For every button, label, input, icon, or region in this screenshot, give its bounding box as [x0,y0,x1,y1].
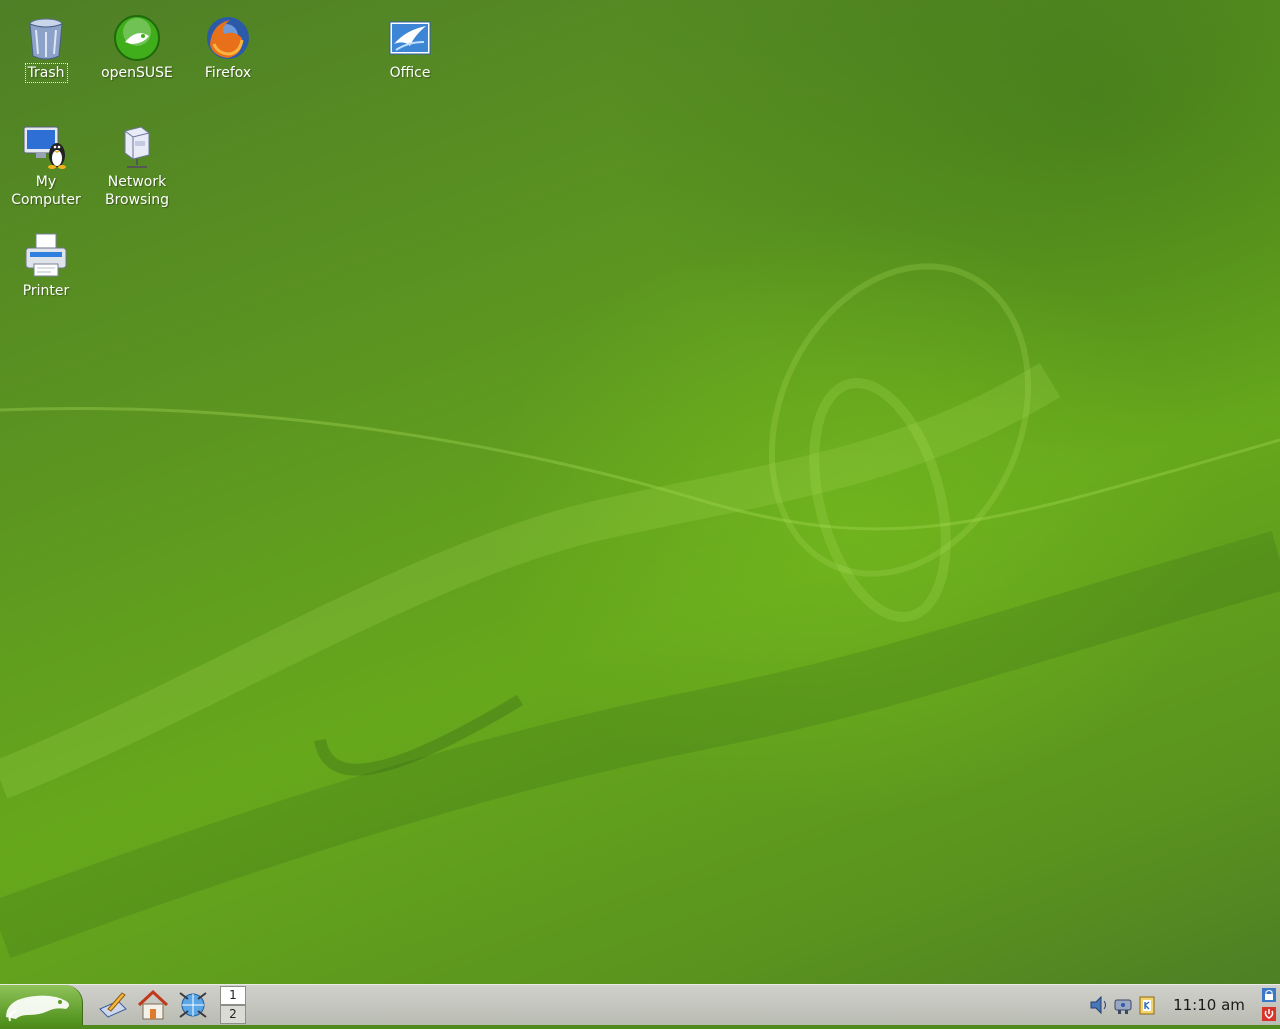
printer-icon [25,233,67,277]
tray-volume[interactable] [1088,994,1110,1016]
network-globe-icon [179,992,207,1018]
volume-icon [1090,995,1106,1015]
desktop-editor-icon [99,992,127,1018]
desktop-icon-label: Firefox [204,65,252,81]
desktop-icon-firefox[interactable]: Firefox [183,14,273,82]
desktop-icon-label: Network Browsing [104,174,169,208]
logout-button[interactable] [1261,1006,1277,1022]
launcher-desktop-editor[interactable] [96,989,130,1021]
tray-network[interactable] [1112,994,1134,1016]
desktop-icon-network-browsing[interactable]: Network Browsing [92,123,182,209]
home-folder-icon [137,989,169,1020]
opensuse-gecko-icon [6,995,69,1022]
lock-screen-button[interactable] [1261,987,1277,1003]
launcher-home-folder[interactable] [136,989,170,1021]
desktop-icon-trash[interactable]: Trash [1,14,91,83]
desktop-icon-label: openSUSE [101,65,173,81]
desktop-icon-label: Trash [24,63,68,83]
pager-desktop-2[interactable]: 2 [221,1006,245,1023]
desktop-icon-label: Office [389,65,431,81]
desktop-icon-opensuse[interactable]: openSUSE [92,14,182,82]
launcher-network-globe[interactable] [176,989,210,1021]
network-browsing-icon [124,126,150,168]
tray-klipper[interactable] [1136,994,1158,1016]
pager-desktop-1[interactable]: 1 [221,987,245,1004]
wallpaper-swirls [0,263,1280,959]
clock[interactable]: 11:10 am [1166,985,1252,1025]
desktop-icon-label: My Computer [11,174,81,208]
office-icon [389,21,431,55]
desktop-icon-printer[interactable]: Printer [1,232,91,300]
my-computer-icon [23,126,66,169]
opensuse-icon [114,15,160,61]
trash-icon [29,18,63,60]
klipper-clipboard-icon [1139,996,1155,1015]
lock-screen-icon [1262,988,1276,1002]
desktop-pager: 1 2 [220,986,246,1024]
desktop-icon-my-computer[interactable]: My Computer [1,123,91,209]
start-menu-button[interactable] [0,985,83,1025]
firefox-icon [207,17,249,59]
taskbar: 1 2 11:10 am [0,984,1280,1025]
network-card-icon [1114,999,1132,1014]
desktop-icon-office[interactable]: Office [365,14,455,82]
desktop-icon-label: Printer [22,283,70,299]
logout-icon [1262,1007,1276,1021]
desktop[interactable]: Trash openSUSE Firefox Office My Compute… [0,0,1280,984]
